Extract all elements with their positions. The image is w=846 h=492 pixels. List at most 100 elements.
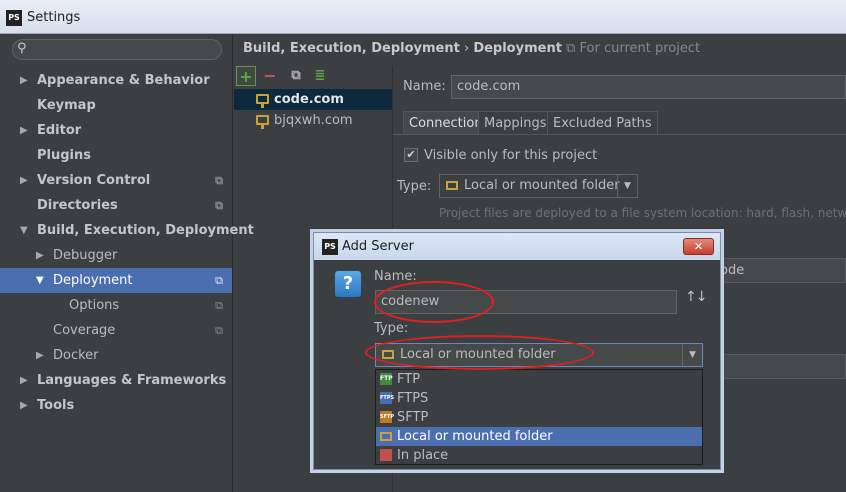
server-list-item[interactable]: bjqxwh.com	[234, 110, 392, 131]
tab-mappings[interactable]: Mappings	[478, 111, 553, 135]
web-url-field[interactable]	[713, 354, 846, 379]
option-ftps[interactable]: FTPS FTPS	[376, 389, 702, 408]
ftps-icon: FTPS	[380, 392, 394, 404]
sidebar-item-debugger[interactable]: ▶ Debugger	[0, 243, 232, 268]
sidebar-item-label: Editor	[37, 123, 82, 138]
type-label: Type:	[397, 179, 432, 194]
sidebar-item-label: Debugger	[53, 248, 118, 263]
tab-excluded-paths[interactable]: Excluded Paths	[547, 111, 658, 135]
tab-connection[interactable]: Connection	[403, 111, 489, 135]
root-path-field[interactable]: ode	[713, 258, 846, 283]
sidebar-item-version-control[interactable]: ▶ Version Control ⧉	[0, 168, 232, 193]
dialog-titlebar: PS Add Server ✕	[314, 233, 720, 260]
sidebar-item-appearance[interactable]: ▶ Appearance & Behavior	[0, 68, 232, 93]
root-path-value: ode	[720, 263, 745, 278]
sidebar-item-build-execution-deployment[interactable]: ▼ Build, Execution, Deployment	[0, 218, 254, 243]
sidebar-item-label: Version Control	[37, 173, 151, 188]
expand-arrow-icon[interactable]: ▶	[20, 368, 28, 393]
dialog-title: Add Server	[342, 239, 414, 254]
add-server-button[interactable]: +	[236, 66, 256, 86]
sidebar-item-docker[interactable]: ▶ Docker	[0, 343, 232, 368]
remove-server-button[interactable]: −	[260, 66, 280, 86]
sidebar-item-label: Languages & Frameworks	[37, 373, 227, 388]
sidebar-item-label: Deployment	[53, 273, 133, 288]
type-hint: Project files are deployed to a file sys…	[439, 206, 846, 220]
ftp-icon: FTP	[380, 373, 393, 385]
option-local-folder[interactable]: Local or mounted folder	[376, 427, 702, 446]
folder-icon	[446, 181, 458, 190]
option-sftp[interactable]: SFTP SFTP	[376, 408, 702, 427]
collapse-arrow-icon[interactable]: ▼	[36, 268, 44, 293]
server-folder-icon	[256, 94, 269, 108]
search-icon: ⚲	[17, 41, 27, 56]
settings-sidebar: ⚲ ▶ Appearance & Behavior Keymap ▶ Edito…	[0, 34, 254, 492]
phpstorm-logo-icon: PS	[6, 10, 22, 26]
sidebar-item-label: Directories	[37, 198, 118, 213]
sort-arrows-icon[interactable]: ↑↓	[685, 289, 707, 305]
new-server-name-field[interactable]: codenew	[375, 290, 677, 314]
breadcrumb-separator: ›	[463, 41, 470, 56]
breadcrumb-part: Deployment	[473, 41, 562, 56]
type-value: Local or mounted folder	[464, 178, 620, 193]
expand-arrow-icon[interactable]: ▶	[20, 393, 28, 418]
close-button[interactable]: ✕	[683, 238, 714, 255]
expand-arrow-icon[interactable]: ▶	[36, 343, 44, 368]
server-list-item[interactable]: code.com	[234, 89, 392, 110]
server-name: code.com	[274, 92, 344, 107]
project-scope-icon: ⧉	[215, 174, 223, 187]
project-scope-icon: ⧉	[566, 41, 576, 56]
project-scope-icon: ⧉	[215, 274, 223, 287]
window-titlebar: PS Settings	[0, 0, 846, 34]
dialog-type-label: Type:	[374, 321, 409, 336]
sidebar-item-label: Appearance & Behavior	[37, 73, 210, 88]
question-icon: ?	[335, 271, 361, 297]
expand-arrow-icon[interactable]: ▶	[20, 118, 28, 143]
dialog-name-label: Name:	[374, 269, 417, 284]
option-label: In place	[397, 448, 449, 463]
sidebar-item-label: Tools	[37, 398, 75, 413]
sidebar-item-label: Docker	[53, 348, 99, 363]
sidebar-item-options[interactable]: Options ⧉	[0, 293, 232, 318]
sidebar-item-languages-frameworks[interactable]: ▶ Languages & Frameworks	[0, 368, 232, 393]
project-scope-icon: ⧉	[215, 299, 223, 312]
expand-arrow-icon[interactable]: ▶	[20, 168, 28, 193]
type-dropdown[interactable]: Local or mounted folder ▼	[439, 174, 638, 198]
sidebar-item-label: Coverage	[53, 323, 116, 338]
folder-icon	[382, 350, 394, 359]
option-label: Local or mounted folder	[397, 429, 553, 444]
server-type-dropdown[interactable]: Local or mounted folder ▼	[375, 343, 703, 367]
sidebar-item-label: Keymap	[37, 98, 96, 113]
window-title: Settings	[27, 10, 81, 25]
server-folder-icon	[256, 115, 269, 129]
search-input[interactable]: ⚲	[12, 39, 222, 60]
use-as-default-icon[interactable]: ≣	[310, 66, 330, 86]
visible-only-label: Visible only for this project	[424, 148, 598, 163]
visible-only-checkbox[interactable]: ✔	[404, 148, 418, 162]
sftp-icon: SFTP	[380, 411, 394, 423]
sidebar-item-directories[interactable]: Directories ⧉	[0, 193, 232, 218]
option-ftp[interactable]: FTP FTP	[376, 370, 702, 389]
folder-icon	[380, 432, 392, 441]
option-label: SFTP	[397, 410, 429, 425]
sidebar-item-editor[interactable]: ▶ Editor	[0, 118, 232, 143]
server-name-field[interactable]: code.com	[451, 75, 846, 99]
chevron-down-icon[interactable]: ▼	[682, 344, 702, 366]
sidebar-item-coverage[interactable]: Coverage ⧉	[0, 318, 232, 343]
sidebar-item-label: Build, Execution, Deployment	[37, 223, 254, 238]
sidebar-item-label: Options	[69, 298, 120, 313]
breadcrumb-part: Build, Execution, Deployment	[243, 41, 460, 56]
server-type-options: FTP FTP FTPS FTPS SFTP SFTP Local or mou…	[375, 369, 703, 465]
copy-server-icon[interactable]: ⧉	[286, 66, 306, 86]
sidebar-item-deployment[interactable]: ▼ Deployment ⧉	[0, 268, 232, 293]
sidebar-item-plugins[interactable]: Plugins	[0, 143, 232, 168]
project-scope-icon: ⧉	[215, 199, 223, 212]
sidebar-item-tools[interactable]: ▶ Tools	[0, 393, 232, 418]
collapse-arrow-icon[interactable]: ▼	[20, 218, 28, 243]
expand-arrow-icon[interactable]: ▶	[36, 243, 44, 268]
option-label: FTP	[397, 372, 421, 387]
option-in-place[interactable]: In place	[376, 446, 702, 465]
sidebar-item-keymap[interactable]: Keymap	[0, 93, 232, 118]
expand-arrow-icon[interactable]: ▶	[20, 68, 28, 93]
sidebar-item-label: Plugins	[37, 148, 91, 163]
chevron-down-icon[interactable]: ▼	[617, 175, 637, 197]
